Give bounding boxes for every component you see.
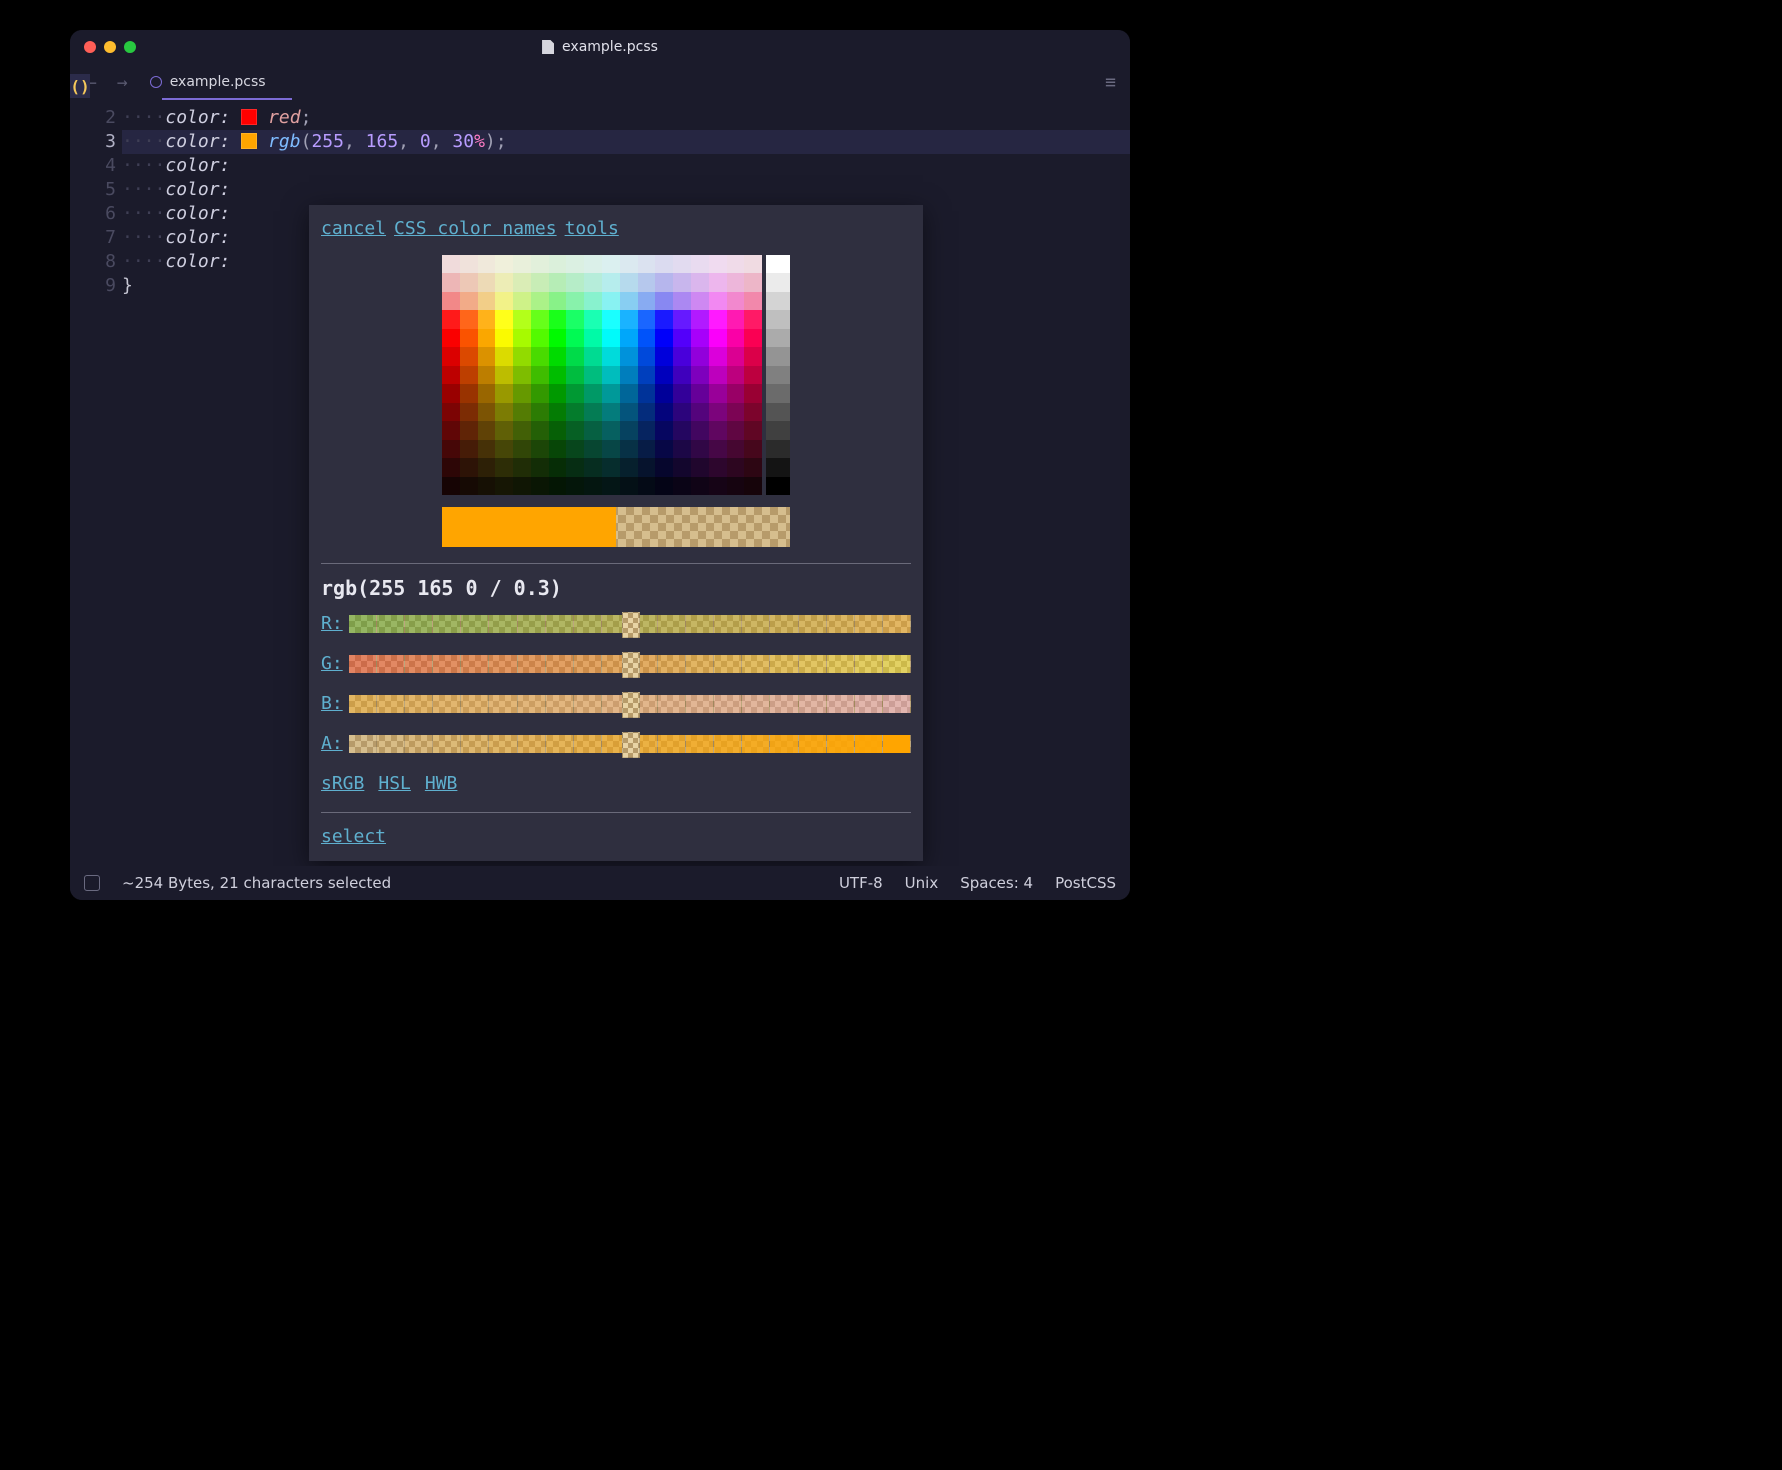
status-language[interactable]: PostCSS <box>1055 874 1116 892</box>
slider-r[interactable] <box>349 615 911 633</box>
tools-link[interactable]: tools <box>565 217 619 241</box>
color-swatch-icon[interactable] <box>241 109 257 125</box>
channel-g: G: <box>321 652 911 676</box>
color-picker-popup: cancel CSS color names tools rg <box>309 205 923 861</box>
space-srgb-link[interactable]: sRGB <box>321 772 364 796</box>
code-line[interactable]: ····color: <box>122 154 1130 178</box>
tab-bar: ← → example.pcss ≡ <box>70 64 1130 100</box>
colorspace-links: sRGB HSL HWB <box>321 772 911 796</box>
window-title-text: example.pcss <box>562 39 658 55</box>
hamburger-icon[interactable]: ≡ <box>1105 72 1116 93</box>
channel-g-label[interactable]: G: <box>321 652 345 676</box>
channel-b: B: <box>321 692 911 716</box>
status-eol[interactable]: Unix <box>905 874 939 892</box>
slider-knob[interactable] <box>622 732 640 758</box>
color-palette[interactable] <box>442 255 790 495</box>
slider-knob[interactable] <box>622 692 640 718</box>
status-size: ~254 Bytes, 21 characters selected <box>122 874 391 892</box>
panel-toggle-icon[interactable] <box>84 875 100 891</box>
forward-icon[interactable]: → <box>115 70 130 95</box>
file-icon <box>542 40 554 54</box>
editor[interactable]: 2 3 4 5 6 7 8 9 ····color: red; ····colo… <box>70 100 1130 866</box>
css-color-names-link[interactable]: CSS color names <box>394 217 557 241</box>
status-encoding[interactable]: UTF-8 <box>839 874 883 892</box>
slider-knob[interactable] <box>622 612 640 638</box>
channel-a: A: <box>321 732 911 756</box>
bracket-match-icon: () <box>70 74 90 98</box>
cancel-link[interactable]: cancel <box>321 217 386 241</box>
divider <box>321 563 911 564</box>
code-line[interactable]: ····color: <box>122 178 1130 202</box>
channel-sliders: R: G: B: A: <box>321 612 911 756</box>
code-line-current[interactable]: ····color: rgb(255, 165, 0, 30%); <box>122 130 1130 154</box>
channel-a-label[interactable]: A: <box>321 732 345 756</box>
select-link[interactable]: select <box>321 826 386 847</box>
color-swatch-icon[interactable] <box>241 133 257 149</box>
modified-indicator-icon <box>150 76 162 88</box>
space-hsl-link[interactable]: HSL <box>378 772 411 796</box>
slider-b[interactable] <box>349 695 911 713</box>
channel-r-label[interactable]: R: <box>321 612 345 636</box>
channel-r: R: <box>321 612 911 636</box>
channel-b-label[interactable]: B: <box>321 692 345 716</box>
code-line[interactable]: ····color: red; <box>122 106 1130 130</box>
tab-example[interactable]: example.pcss <box>146 68 270 96</box>
titlebar: example.pcss <box>70 30 1130 64</box>
status-bar: ~254 Bytes, 21 characters selected UTF-8… <box>70 866 1130 900</box>
tab-label: example.pcss <box>170 74 266 90</box>
code-area[interactable]: ····color: red; ····color: rgb(255, 165,… <box>122 100 1130 866</box>
app-window: example.pcss ← → example.pcss ≡ () 2 3 4… <box>70 30 1130 900</box>
slider-a[interactable] <box>349 735 911 753</box>
window-title: example.pcss <box>70 39 1130 55</box>
color-value-string: rgb(255 165 0 / 0.3) <box>321 576 911 600</box>
status-indent[interactable]: Spaces: 4 <box>960 874 1033 892</box>
color-preview <box>442 507 790 547</box>
gutter: 2 3 4 5 6 7 8 9 <box>70 100 122 866</box>
slider-knob[interactable] <box>622 652 640 678</box>
slider-g[interactable] <box>349 655 911 673</box>
space-hwb-link[interactable]: HWB <box>425 772 458 796</box>
divider <box>321 812 911 813</box>
